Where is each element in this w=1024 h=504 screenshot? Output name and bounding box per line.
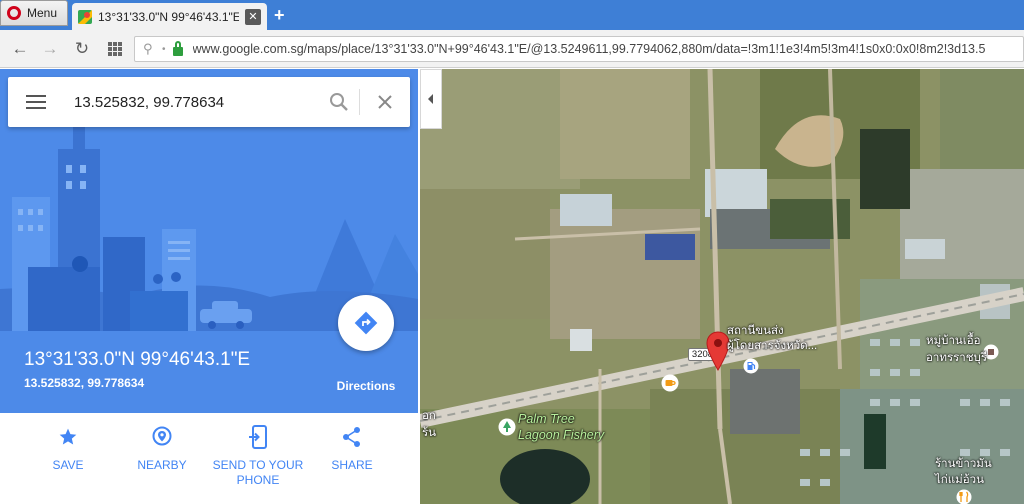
location-pin-icon: ⚲ [143, 41, 153, 56]
back-arrow-icon[interactable]: ← [10, 39, 30, 59]
directions-icon [354, 311, 378, 335]
map-label-edge-1: อก [422, 410, 436, 422]
chevron-left-icon [428, 94, 433, 104]
share-label: SHARE [331, 458, 373, 472]
browser-toolbar: ← → ↻ ⚲ • www.google.com.sg/maps/place/1… [0, 30, 1024, 68]
map-label-edge-2: ร้น [422, 427, 437, 439]
send-to-phone-icon [249, 425, 267, 449]
directions-label[interactable]: Directions [330, 379, 402, 393]
nearby-label: NEARBY [137, 458, 187, 472]
send-to-phone-label: SEND TO YOUR PHONE [212, 458, 304, 487]
close-tab-icon[interactable]: ✕ [245, 8, 261, 25]
close-icon[interactable] [360, 82, 410, 122]
send-to-phone-button[interactable]: SEND TO YOUR PHONE [208, 425, 308, 488]
search-box[interactable]: 13.525832, 99.778634 [8, 77, 410, 127]
nearby-icon [152, 426, 172, 446]
browser-menu-button[interactable]: Menu [0, 0, 68, 26]
place-actions-bar: SAVE NEARBY SEND TO YOUR PHONE SHARE [0, 413, 418, 504]
map-label-village-2[interactable]: อาทรราชบุรี [926, 349, 987, 367]
place-title-dms: 13°31'33.0"N 99°46'43.1"E [24, 349, 251, 370]
satellite-imagery [420, 69, 1024, 504]
star-icon [59, 428, 77, 445]
browser-tab-bar: Menu 13°31'33.0"N 99°46'43.1"E ✕ + [0, 0, 1024, 30]
speed-dial-grid-icon[interactable] [108, 42, 122, 56]
opera-logo-icon [7, 6, 21, 20]
collapse-panel-button[interactable] [420, 69, 442, 129]
satellite-map[interactable]: 3208 สถานีขนส่ง ผู้โดยสารจังหวัด... หมู่… [420, 69, 1024, 504]
park-poi-icon[interactable] [498, 418, 516, 436]
map-label-shop-2[interactable]: ไก่แม่อ้วน [935, 471, 984, 489]
new-tab-icon[interactable]: + [274, 5, 285, 26]
map-label-fishery-1[interactable]: Palm Tree [518, 412, 575, 426]
tab-title: 13°31'33.0"N 99°46'43.1"E [98, 9, 239, 24]
secure-lock-icon [172, 40, 183, 56]
search-icon[interactable] [319, 82, 359, 122]
cafe-poi-icon[interactable] [661, 374, 679, 392]
browser-tab-active[interactable]: 13°31'33.0"N 99°46'43.1"E ✕ [72, 3, 267, 30]
address-url-text: www.google.com.sg/maps/place/13°31'33.0"… [192, 42, 986, 56]
map-label-village-1[interactable]: หมู่บ้านเอื้อ [926, 332, 981, 350]
share-button[interactable]: SHARE [312, 425, 392, 473]
share-icon [343, 427, 360, 447]
gas-station-poi-icon[interactable] [743, 358, 759, 374]
place-decimal-coords: 13.525832, 99.778634 [24, 376, 145, 390]
directions-button[interactable] [338, 295, 394, 351]
browser-menu-label: Menu [27, 6, 58, 20]
hamburger-menu-icon[interactable] [26, 91, 46, 113]
place-side-panel: 13.525832, 99.778634 13°31'33.0"N 99°46'… [0, 69, 420, 504]
map-label-fishery-2[interactable]: Lagoon Fishery [518, 428, 604, 442]
google-maps-favicon-icon [78, 9, 92, 24]
save-label: SAVE [52, 458, 84, 472]
address-bar[interactable]: ⚲ • www.google.com.sg/maps/place/13°31'3… [134, 36, 1024, 62]
save-button[interactable]: SAVE [28, 425, 108, 473]
reload-icon[interactable]: ↻ [72, 39, 92, 59]
search-input[interactable]: 13.525832, 99.778634 [74, 94, 319, 111]
forward-arrow-icon[interactable]: → [40, 39, 60, 59]
restaurant-poi-icon[interactable] [956, 489, 972, 504]
map-label-station-2[interactable]: ผู้โดยสารจังหวัด... [727, 337, 817, 355]
nearby-button[interactable]: NEARBY [122, 425, 202, 473]
